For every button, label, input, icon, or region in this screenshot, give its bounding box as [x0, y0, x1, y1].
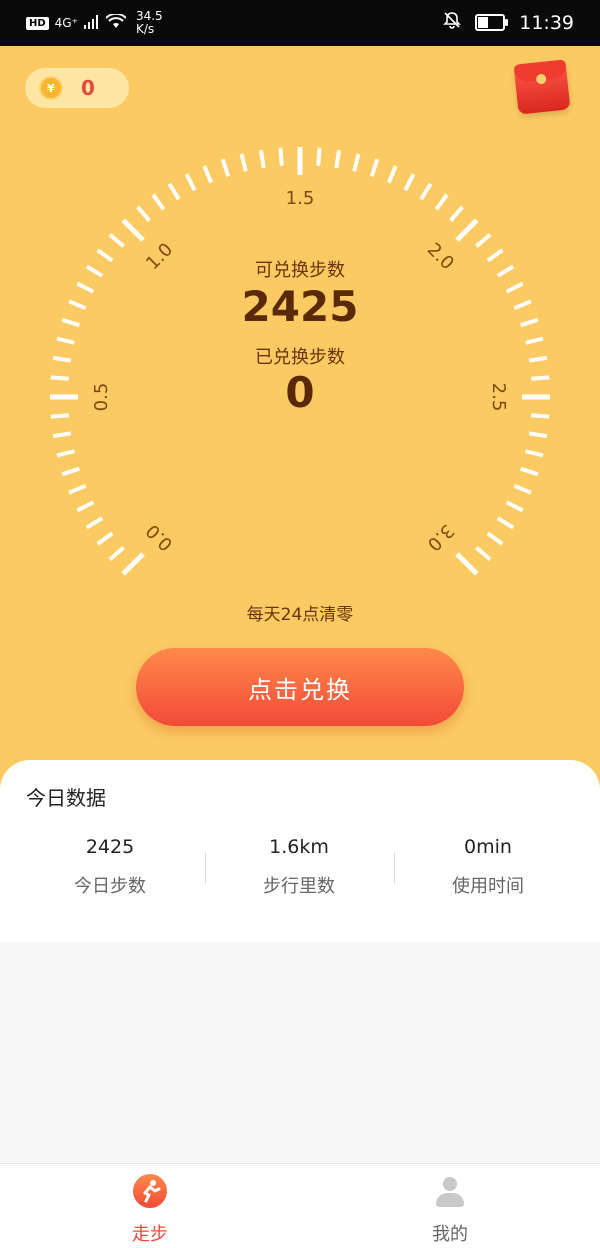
running-icon — [133, 1174, 167, 1208]
gauge-label-6: 3.0 — [423, 520, 458, 555]
gauge-minor-tick — [96, 531, 114, 546]
gauge-minor-tick — [151, 193, 166, 211]
gauge-minor-tick — [352, 153, 361, 172]
gauge-label-3: 1.5 — [286, 188, 315, 209]
gauge-major-tick — [121, 218, 145, 242]
gauge-minor-tick — [136, 205, 151, 222]
today-title: 今日数据 — [26, 786, 106, 810]
gauge-minor-tick — [505, 500, 524, 513]
gauge-minor-tick — [108, 546, 125, 561]
gauge-minor-tick — [68, 483, 87, 495]
gauge-minor-tick — [434, 193, 449, 211]
gauge-minor-tick — [52, 431, 72, 439]
gauge-minor-tick — [239, 153, 248, 172]
today-card: 今日数据 2425 今日步数 1.6km 步行里数 0min 使用时间 — [0, 760, 600, 942]
gauge-minor-tick — [76, 500, 95, 513]
stat-usage-time: 0min 使用时间 — [393, 836, 583, 898]
tab-walk-label: 走步 — [132, 1224, 168, 1245]
redeem-button[interactable]: 点击兑换 — [136, 648, 464, 726]
gauge-minor-tick — [316, 147, 322, 166]
gauge-minor-tick — [525, 449, 544, 458]
stat-label: 使用时间 — [452, 876, 524, 897]
gauge-label-0: 0.0 — [142, 520, 177, 555]
stat-value: 2425 — [85, 836, 135, 858]
gauge-minor-tick — [258, 149, 266, 169]
tab-walk[interactable]: 走步 — [0, 1174, 300, 1246]
gauge-minor-tick — [202, 165, 214, 184]
gauge-major-tick — [455, 552, 479, 576]
gauge-minor-tick — [449, 205, 464, 222]
gauge-minor-tick — [475, 546, 492, 561]
gauge-minor-tick — [403, 173, 416, 192]
gauge-minor-tick — [496, 516, 515, 530]
stat-value: 1.6km — [269, 836, 329, 858]
gauge-minor-tick — [278, 147, 284, 166]
bottom-tabbar: 走步 我的 — [0, 1163, 600, 1248]
gauge-major-tick — [455, 218, 479, 242]
tab-me[interactable]: 我的 — [300, 1174, 600, 1246]
redeemed-steps-label: 已兑换步数 — [255, 347, 345, 368]
available-steps-label: 可兑换步数 — [255, 260, 345, 281]
tab-me-label: 我的 — [432, 1224, 468, 1245]
gauge-minor-tick — [369, 158, 380, 178]
gauge-minor-tick — [220, 158, 231, 178]
gauge-minor-tick — [419, 182, 433, 201]
gauge-minor-tick — [519, 466, 539, 477]
gauge-minor-tick — [486, 531, 504, 546]
stat-distance: 1.6km 步行里数 — [204, 836, 394, 898]
gauge-minor-tick — [475, 233, 492, 248]
gauge-minor-tick — [184, 173, 197, 192]
stat-label: 步行里数 — [263, 876, 335, 897]
gauge-minor-tick — [61, 466, 81, 477]
gauge-minor-tick — [513, 483, 532, 495]
stat-value: 0min — [464, 836, 512, 858]
gauge-minor-tick — [108, 233, 125, 248]
redeemed-steps-value: 0 — [285, 368, 315, 417]
gauge-minor-tick — [334, 149, 342, 169]
gauge-minor-tick — [56, 449, 75, 458]
gauge-minor-tick — [167, 182, 181, 201]
gauge-minor-tick — [85, 516, 104, 530]
gauge-minor-tick — [528, 431, 548, 439]
gauge-minor-tick — [386, 165, 398, 184]
user-icon — [433, 1174, 467, 1208]
reset-note: 每天24点清零 — [246, 605, 354, 625]
gauge-major-tick — [121, 552, 145, 576]
available-steps-value: 2425 — [241, 282, 359, 331]
stat-label: 今日步数 — [74, 876, 146, 897]
stat-steps: 2425 今日步数 — [15, 836, 205, 898]
